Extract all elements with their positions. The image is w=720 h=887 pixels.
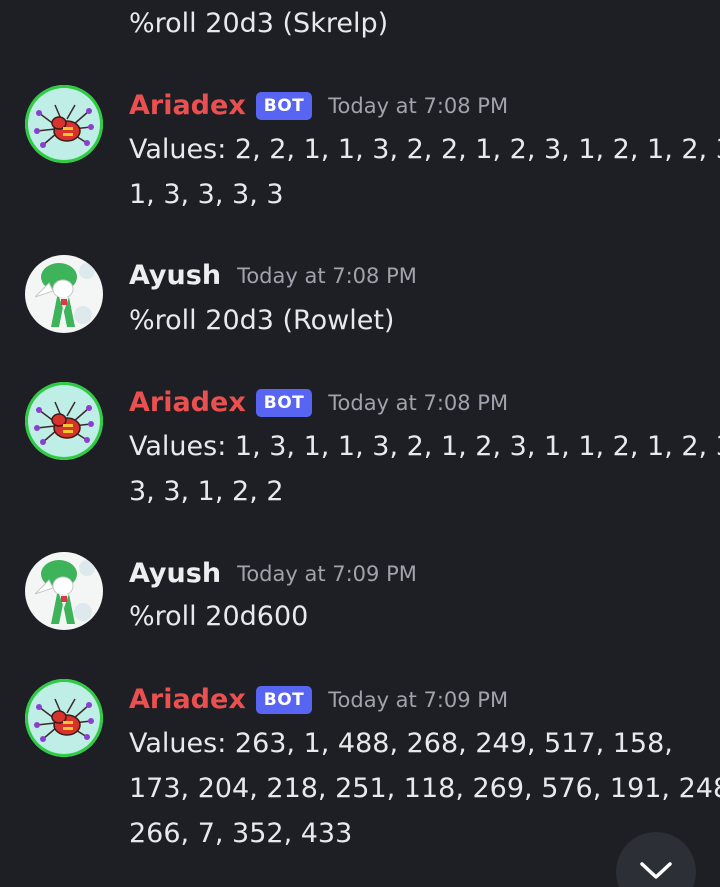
message-text: %roll 20d3 (Rowlet) bbox=[129, 305, 395, 336]
message-text: Values: 1, 3, 1, 1, 3, 2, 1, 2, 3, 1, 1,… bbox=[129, 431, 720, 462]
message-header: Ariadex BOT Today at 7:08 PM bbox=[129, 385, 508, 421]
timestamp: Today at 7:08 PM bbox=[237, 264, 417, 288]
bot-badge: BOT bbox=[255, 92, 313, 120]
ariados-spider-icon bbox=[34, 401, 94, 445]
author-name[interactable]: Ayush bbox=[129, 556, 221, 592]
message-text: Values: 2, 2, 1, 1, 3, 2, 2, 1, 2, 3, 1,… bbox=[129, 134, 720, 165]
timestamp: Today at 7:08 PM bbox=[328, 391, 509, 415]
message-text: 266, 7, 352, 433 bbox=[129, 818, 353, 849]
ariados-spider-icon bbox=[34, 104, 94, 148]
bot-badge: BOT bbox=[255, 686, 313, 714]
message-text: 3, 3, 1, 2, 2 bbox=[129, 476, 284, 507]
author-name[interactable]: Ariadex bbox=[129, 88, 246, 124]
chevron-down-icon bbox=[640, 862, 672, 879]
author-name[interactable]: Ayush bbox=[129, 258, 221, 294]
timestamp: Today at 7:09 PM bbox=[237, 562, 417, 586]
message-text: %roll 20d3 (Skrelp) bbox=[129, 8, 389, 39]
author-name[interactable]: Ariadex bbox=[129, 385, 246, 421]
timestamp: Today at 7:09 PM bbox=[328, 688, 509, 712]
ariados-spider-icon bbox=[34, 698, 94, 742]
bot-badge: BOT bbox=[255, 389, 313, 417]
message-header: Ayush Today at 7:08 PM bbox=[129, 258, 417, 294]
message-header: Ayush Today at 7:09 PM bbox=[129, 556, 417, 592]
bot-avatar[interactable] bbox=[25, 382, 103, 460]
author-name[interactable]: Ariadex bbox=[129, 682, 246, 718]
message-text: Values: 263, 1, 488, 268, 249, 517, 158, bbox=[129, 728, 673, 759]
scroll-to-bottom-button[interactable] bbox=[616, 832, 696, 887]
message-header: Ariadex BOT Today at 7:09 PM bbox=[129, 682, 508, 718]
bot-avatar[interactable] bbox=[25, 679, 103, 757]
bot-avatar[interactable] bbox=[25, 85, 103, 163]
user-avatar[interactable] bbox=[25, 255, 103, 333]
gallade-icon bbox=[34, 263, 95, 327]
gallade-icon bbox=[34, 560, 95, 624]
message-text: %roll 20d600 bbox=[129, 601, 309, 632]
timestamp: Today at 7:08 PM bbox=[328, 94, 509, 118]
user-avatar[interactable] bbox=[25, 552, 103, 630]
message-header: Ariadex BOT Today at 7:08 PM bbox=[129, 88, 508, 124]
message-text: 173, 204, 218, 251, 118, 269, 576, 191, … bbox=[129, 773, 720, 804]
message-text: 1, 3, 3, 3, 3 bbox=[129, 179, 284, 210]
